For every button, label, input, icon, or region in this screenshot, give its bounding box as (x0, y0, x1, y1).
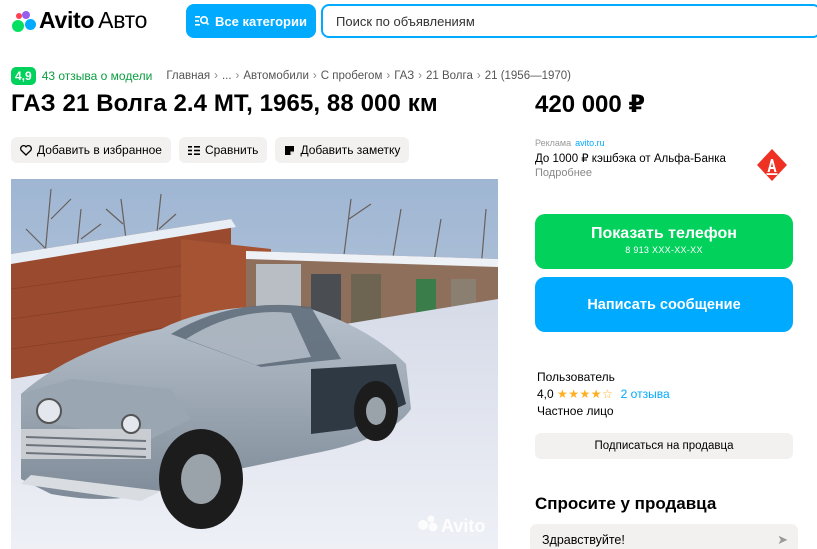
seller-name[interactable]: Пользователь (537, 369, 670, 386)
ad-more-link[interactable]: Подробнее (535, 167, 790, 179)
logo-text: Avito Авто (39, 7, 147, 34)
rating-breadcrumb-row: 4,9 43 отзыва о модели Главная › ... › Авт… (11, 67, 571, 85)
listing-photo[interactable]: Avito (11, 179, 498, 549)
ask-chip-label: Здравствуйте! (542, 533, 625, 547)
ad-label-row: Реклама avito.ru (535, 138, 790, 148)
ad-text: До 1000 ₽ кэшбэка от Альфа-Банка (535, 153, 726, 165)
page: Avito Авто Все категории Поиск по объявле… (0, 0, 817, 549)
subscribe-seller-button[interactable]: Подписаться на продавца (535, 433, 793, 459)
breadcrumb-separator: › (476, 70, 481, 82)
search-placeholder: Поиск по объявлениям (336, 13, 475, 29)
seller-type: Частное лицо (537, 404, 614, 418)
listing-actions: Добавить в избранное Сравнить Добавить з… (11, 137, 410, 163)
logo-dots-icon (12, 10, 36, 32)
breadcrumb-item[interactable]: ... (222, 70, 232, 82)
ask-chip-hello[interactable]: Здравствуйте! ➤ (530, 524, 798, 549)
seller-rating-row: 4,0 ★★★★☆ 2 отзыва (537, 386, 670, 403)
write-message-button[interactable]: Написать сообщение (535, 277, 793, 332)
seller-reviews-link[interactable]: 2 отзыва (621, 387, 670, 401)
breadcrumb-separator: › (386, 70, 391, 82)
show-phone-button[interactable]: Показать телефон 8 913 XXX-XX-XX (535, 214, 793, 269)
add-note-button[interactable]: Добавить заметку (275, 137, 410, 163)
avito-logo[interactable]: Avito Авто (12, 7, 147, 34)
add-to-favorites-label: Добавить в избранное (37, 143, 162, 157)
breadcrumb-separator: › (214, 70, 218, 82)
alfa-bank-logo-icon (757, 149, 787, 181)
show-phone-label: Показать телефон (591, 225, 737, 242)
breadcrumb-separator: › (312, 70, 317, 82)
ad-source: avito.ru (575, 138, 605, 148)
ask-seller-title: Спросите у продавца (535, 494, 717, 513)
model-rating-badge: 4,9 (11, 67, 36, 85)
logo-suffix: Авто (98, 7, 148, 33)
breadcrumb-item[interactable]: С пробегом (321, 70, 383, 82)
seller-rating: 4,0 (537, 387, 554, 401)
breadcrumb-separator: › (235, 70, 240, 82)
model-reviews-link[interactable]: 43 отзыва о модели (42, 69, 153, 83)
heart-icon (20, 144, 32, 156)
ad-block[interactable]: Реклама avito.ru До 1000 ₽ кэшбэка от Аль… (535, 138, 790, 186)
all-categories-label: Все категории (215, 13, 307, 29)
car-photo-image: Avito (11, 179, 498, 549)
masked-phone-number: 8 913 XXX-XX-XX (625, 245, 703, 255)
seller-stars-icon: ★★★★☆ (557, 387, 614, 401)
breadcrumb-item[interactable]: 21 (1956—1970) (485, 70, 571, 82)
send-arrow-icon: ➤ (777, 532, 788, 547)
breadcrumb-item[interactable]: Автомобили (243, 70, 309, 82)
seller-info: Пользователь 4,0 ★★★★☆ 2 отзыва Частное … (537, 369, 670, 420)
add-note-label: Добавить заметку (300, 143, 401, 157)
compare-icon (187, 145, 200, 155)
listing-price: 420 000 ₽ (535, 91, 646, 118)
add-to-favorites-button[interactable]: Добавить в избранное (11, 137, 171, 163)
photo-watermark: Avito (441, 516, 485, 536)
listing-title: ГАЗ 21 Волга 2.4 MT, 1965, 88 000 км (11, 90, 438, 117)
note-icon (285, 145, 295, 155)
breadcrumb-item[interactable]: Главная (166, 70, 210, 82)
all-categories-button[interactable]: Все категории (186, 4, 316, 38)
logo-brand: Avito (39, 7, 95, 33)
compare-button[interactable]: Сравнить (178, 137, 268, 163)
categories-search-icon (195, 15, 210, 26)
write-message-label: Написать сообщение (587, 296, 741, 313)
breadcrumb-item[interactable]: ГАЗ (394, 70, 414, 82)
breadcrumb-separator: › (418, 70, 422, 82)
ad-label: Реклама (535, 138, 572, 148)
compare-label: Сравнить (204, 143, 259, 157)
subscribe-seller-label: Подписаться на продавца (594, 440, 734, 452)
breadcrumb: Главная › ... › Автомобили › С пробегом › ГА… (166, 70, 571, 82)
breadcrumb-item[interactable]: 21 Волга (426, 70, 473, 82)
search-input[interactable]: Поиск по объявлениям (321, 4, 817, 38)
